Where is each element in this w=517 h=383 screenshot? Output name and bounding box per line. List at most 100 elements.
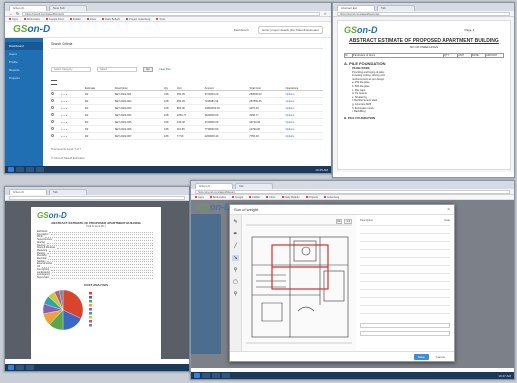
row-radio[interactable]: [51, 98, 61, 105]
cancel-button[interactable]: Cancel: [433, 354, 448, 360]
tab-gsond[interactable]: GSon-D: [9, 5, 47, 11]
options-link[interactable]: Options: [285, 105, 323, 112]
property-input[interactable]: [360, 331, 450, 336]
sidebar-item-profile[interactable]: Profile: [5, 58, 43, 66]
row-radio[interactable]: [51, 126, 61, 133]
url-field[interactable]: [9, 195, 185, 200]
eraser-icon[interactable]: ▢: [233, 279, 238, 285]
bookmark-3[interactable]: Fiddler: [70, 18, 81, 21]
bookmark-1[interactable]: Bookmarks: [24, 18, 40, 21]
taskbar-app[interactable]: [202, 373, 210, 378]
back-icon[interactable]: ←: [9, 11, 13, 16]
bookmark-6[interactable]: Projects: [306, 196, 318, 199]
section-heading: A. PILE FOUNDATION: [344, 61, 386, 66]
zoom-icon[interactable]: ⚲: [234, 291, 238, 297]
table-row[interactable]: ● ● ● R2 SET-2022-001 108 360.45 3720000.20 25…: [51, 91, 323, 98]
sidebar-item-projects[interactable]: Projects: [5, 74, 43, 82]
taskbar-app[interactable]: [36, 167, 44, 172]
table-cell: 108: [164, 106, 169, 110]
taskbar-app[interactable]: [222, 373, 230, 378]
taskbar-app[interactable]: [16, 365, 24, 370]
app-logo[interactable]: GSon-D: [13, 24, 50, 35]
table-cell: SET-2022-003: [114, 106, 132, 110]
star-icon[interactable]: ☆: [323, 11, 327, 16]
options-link[interactable]: Options: [285, 119, 323, 126]
estimate-table: Sr Particulars of Items QTY UNIT RATE AM…: [344, 53, 504, 58]
row-radio[interactable]: [51, 91, 61, 98]
header-link-dashboard[interactable]: Dashboard: [234, 28, 249, 32]
bookmark-7[interactable]: Gutenberg: [324, 196, 339, 199]
pencil-icon[interactable]: ✎: [233, 219, 237, 225]
url-field[interactable]: https://gsond.com/takeoff/design: [195, 189, 510, 194]
options-link[interactable]: Options: [285, 91, 323, 98]
row-radio[interactable]: [51, 133, 61, 140]
options-link[interactable]: Options: [285, 112, 323, 119]
options-link[interactable]: Options: [285, 133, 323, 140]
tab-estimate[interactable]: Abstract Est: [337, 5, 375, 11]
close-icon[interactable]: ×: [447, 207, 450, 213]
tab-other[interactable]: Tab: [377, 5, 415, 11]
taskbar-app[interactable]: [16, 167, 24, 172]
row-radio[interactable]: [51, 105, 61, 112]
row-radio[interactable]: [51, 112, 61, 119]
save-button[interactable]: Save: [413, 353, 429, 360]
bookmark-apps[interactable]: Apps: [9, 18, 18, 21]
table-row[interactable]: ● ● ● R2 SET-2022-003 108 800.00 13802000.00 4…: [51, 105, 323, 112]
clear-filter-link[interactable]: Clear filter: [159, 68, 171, 71]
tab-gsond[interactable]: GSon-D: [195, 183, 233, 189]
bookmark-1[interactable]: Bookmarks: [210, 196, 226, 199]
taskbar-app[interactable]: [26, 365, 34, 370]
bookmark-5[interactable]: Daily Bulletin: [102, 18, 120, 21]
start-button[interactable]: [8, 365, 14, 370]
url-field[interactable]: https://gsond.com/takeoff/projects: [22, 11, 321, 16]
tab-other[interactable]: Tab: [49, 189, 87, 195]
table-row[interactable]: ● ● ● R2 SET-2022-005 108 130.48 4720000.00 34…: [51, 119, 323, 126]
table-row[interactable]: ● ● ● R2 SET-2022-007 108 77.50 2260000.40 775…: [51, 133, 323, 140]
leader-dots: [50, 234, 153, 236]
go-button[interactable]: Go: [143, 67, 153, 72]
list-icon[interactable]: [51, 80, 57, 85]
brush-icon[interactable]: ✒: [233, 231, 237, 237]
browser-window-estimate: Abstract Est Tab https://gsond.com/takeo…: [332, 2, 515, 178]
tab-other[interactable]: Tab: [235, 183, 273, 189]
taskbar-app[interactable]: [26, 167, 34, 172]
bookmark-5[interactable]: Daily Bulletin: [282, 196, 300, 199]
property-input[interactable]: [360, 323, 450, 328]
bookmark-4[interactable]: Inbox: [266, 196, 275, 199]
actual-size-button[interactable]: 1:1: [344, 219, 352, 224]
clock: 10:47 AM: [498, 373, 511, 378]
table-row[interactable]: ● ● ● R2 SET-2022-004 108 3250.77 3620000.00 3…: [51, 112, 323, 119]
bookmark-4[interactable]: Inbox: [87, 18, 96, 21]
main-content: Search Criteria Select Category Select G…: [43, 38, 331, 166]
bookmark-6[interactable]: Project Gutenberg: [126, 18, 150, 21]
line-tool-icon[interactable]: ╱: [234, 243, 237, 249]
drawing-canvas[interactable]: Fit 1:1: [242, 215, 356, 351]
tab-gsond[interactable]: GSon-D: [9, 189, 47, 195]
tab-new[interactable]: New Tab: [49, 5, 87, 11]
taskbar-app[interactable]: [212, 373, 220, 378]
bookmark-2[interactable]: Google Docs: [46, 18, 64, 21]
select-tool-icon[interactable]: ↘: [232, 255, 239, 261]
sidebar-item-dashboard[interactable]: Dashboard: [5, 42, 43, 50]
category-select[interactable]: Select Category: [51, 67, 91, 72]
bookmark-2[interactable]: Google: [232, 196, 243, 199]
fit-button[interactable]: Fit: [335, 219, 343, 224]
start-button[interactable]: [194, 373, 200, 378]
table-row[interactable]: ● ● ● R2 SET-2022-006 108 110.85 7730000.50 12…: [51, 126, 323, 133]
start-button[interactable]: [8, 167, 14, 172]
pin-icon[interactable]: ⚲: [234, 267, 238, 273]
row-radio[interactable]: [51, 119, 61, 126]
reload-icon[interactable]: ↻: [16, 11, 19, 16]
sidebar-item-reports[interactable]: Reports: [5, 66, 43, 74]
header-link-project[interactable]: Enter project details (the Takeoff-Estim…: [258, 25, 323, 34]
table-row[interactable]: ● ● ● R2 SET-2022-002 108 360.45 7246081.94 25…: [51, 98, 323, 105]
options-link[interactable]: Options: [285, 98, 323, 105]
options-link[interactable]: Options: [285, 126, 323, 133]
bookmark-apps[interactable]: Apps: [195, 196, 204, 199]
sidebar-item-users[interactable]: Users: [5, 50, 43, 58]
bookmark-3[interactable]: Fiddler: [249, 196, 260, 199]
panel-title: Search Criteria: [51, 42, 323, 49]
type-select[interactable]: Select: [97, 67, 137, 72]
bookmark-7[interactable]: Tools: [156, 18, 165, 21]
url-field[interactable]: https://gsond.com/takeoff/estimate: [337, 11, 510, 16]
